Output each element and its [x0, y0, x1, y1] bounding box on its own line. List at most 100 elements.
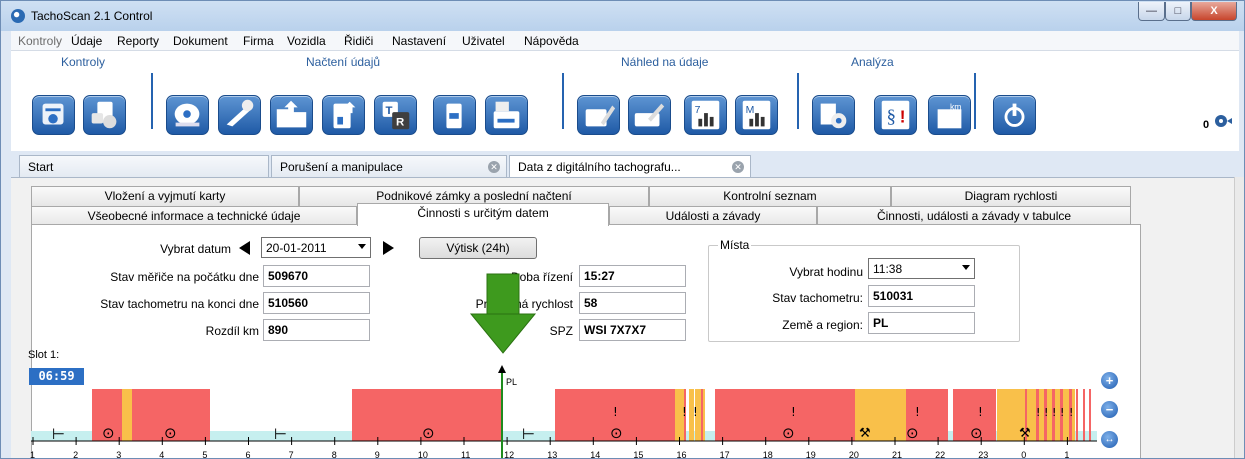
open-folder-icon[interactable]: [270, 95, 313, 135]
report-disc-icon[interactable]: [812, 95, 855, 135]
menu-vozidla[interactable]: Vozidla: [287, 34, 326, 48]
menu-reporty[interactable]: Reporty: [117, 34, 159, 48]
close-button[interactable]: X: [1191, 2, 1237, 21]
svg-text:!: !: [900, 108, 906, 127]
sync-arrow-icon[interactable]: [1214, 113, 1232, 129]
tab-events-table[interactable]: Činnosti, události a závady v tabulce: [817, 206, 1131, 226]
minimize-button[interactable]: —: [1138, 2, 1165, 21]
date-value: 20-01-2011: [266, 241, 327, 255]
tab-events-faults[interactable]: Události a závady: [609, 206, 817, 226]
menu-kontroly[interactable]: Kontroly: [18, 34, 62, 48]
zoom-fit-button[interactable]: ↔: [1101, 431, 1118, 448]
doc-tab-label: Porušení a manipulace: [280, 160, 403, 174]
zoom-in-button[interactable]: +: [1101, 372, 1118, 389]
zoom-out-button[interactable]: −: [1101, 401, 1118, 418]
usb-download-icon[interactable]: [433, 95, 476, 135]
infringement-paragraph-icon[interactable]: §!: [874, 95, 917, 135]
power-icon[interactable]: [993, 95, 1036, 135]
svg-text:T: T: [386, 105, 393, 117]
country-field[interactable]: PL: [868, 312, 975, 334]
avg-speed-field[interactable]: 58: [579, 292, 686, 314]
odo-end-label: Stav tachometru na konci dne: [100, 297, 259, 311]
menu-napoveda[interactable]: Nápověda: [524, 34, 579, 48]
cursor-time-badge: 06:59: [29, 368, 84, 385]
svg-text:km: km: [950, 101, 961, 111]
monthly-chart-icon[interactable]: M: [735, 95, 778, 135]
menu-dokument[interactable]: Dokument: [173, 34, 228, 48]
plate-field[interactable]: WSI 7X7X7: [579, 319, 686, 341]
window-title: TachoScan 2.1 Control: [31, 9, 153, 23]
scanner-settings-icon[interactable]: [218, 95, 261, 135]
svg-text:§: §: [886, 107, 896, 128]
diff-field[interactable]: 890: [263, 319, 370, 341]
driver-card-icon[interactable]: [32, 95, 75, 135]
svg-text:M: M: [746, 105, 755, 116]
card-edit-icon[interactable]: [577, 95, 620, 135]
document-tabs: Start Porušení a manipulace ✕ Data z digi…: [11, 151, 1239, 178]
group-label-nahled: Náhled na údaje: [621, 55, 709, 69]
doc-tab-violations[interactable]: Porušení a manipulace ✕: [271, 155, 507, 177]
odo-start-field[interactable]: 509670: [263, 265, 370, 287]
locked-driver-icon[interactable]: [83, 95, 126, 135]
prev-day-icon[interactable]: [239, 241, 250, 255]
doc-tab-label: Start: [28, 160, 54, 174]
next-day-icon[interactable]: [383, 241, 394, 255]
group-separator: [797, 73, 799, 129]
chevron-down-icon: [358, 244, 366, 249]
slot-label: Slot 1:: [28, 349, 60, 361]
chevron-down-icon: [962, 265, 970, 270]
app-window: TachoScan 2.1 Control — □ X Kontroly Úda…: [0, 0, 1245, 459]
group-separator: [151, 73, 153, 129]
doc-tab-label: Data z digitálního tachografu...: [518, 160, 681, 174]
card-reader-icon[interactable]: [485, 95, 528, 135]
svg-text:7: 7: [695, 105, 701, 116]
drive-time-label: Doba řízení: [510, 270, 573, 284]
tab-checklist[interactable]: Kontrolní seznam: [649, 186, 891, 206]
hour-label: Vybrat hodinu: [789, 265, 863, 279]
menu-bar: Kontroly Údaje Reporty Dokument Firma Vo…: [11, 31, 1239, 51]
card-edit-2-icon[interactable]: [628, 95, 671, 135]
menu-firma[interactable]: Firma: [243, 34, 274, 48]
download-card-icon[interactable]: [322, 95, 365, 135]
tab-speed-diagram[interactable]: Diagram rychlosti: [891, 186, 1131, 206]
group-label-nacteni: Načtení údajů: [306, 55, 381, 69]
vertical-scrollbar[interactable]: [1234, 177, 1244, 458]
places-odo-field[interactable]: 510031: [868, 285, 975, 307]
svg-text:R: R: [396, 116, 404, 128]
ribbon-toolbar: Kontroly Načtení údajů Náhled na údaje A…: [11, 51, 1239, 151]
close-tab-icon[interactable]: ✕: [488, 161, 500, 173]
hour-value: 11:38: [873, 262, 903, 276]
main-panel: Vložení a vyjmutí karty Podnikové zámky …: [11, 177, 1239, 458]
tab-activities-date[interactable]: Činnosti s určitým datem: [357, 203, 609, 226]
avg-speed-label: Průměrná rychlost: [475, 297, 573, 311]
drive-time-field[interactable]: 15:27: [579, 265, 686, 287]
doc-tab-digital-data[interactable]: Data z digitálního tachografu... ✕: [509, 155, 751, 178]
group-label-analyza: Analýza: [851, 55, 894, 69]
date-select[interactable]: 20-01-2011: [261, 237, 371, 258]
close-tab-icon[interactable]: ✕: [732, 161, 744, 173]
odo-end-field[interactable]: 510560: [263, 292, 370, 314]
tachograph-r-icon[interactable]: TR: [374, 95, 417, 135]
group-separator: [562, 73, 564, 129]
title-bar: TachoScan 2.1 Control — □ X: [1, 1, 1244, 31]
weekly-chart-icon[interactable]: 7: [684, 95, 727, 135]
menu-uzivatel[interactable]: Uživatel: [462, 34, 505, 48]
date-label: Vybrat datum: [160, 242, 231, 256]
km-book-icon[interactable]: km: [928, 95, 971, 135]
menu-ridici[interactable]: Řidiči: [344, 34, 373, 48]
maximize-button[interactable]: □: [1165, 2, 1191, 21]
menu-nastaveni[interactable]: Nastavení: [392, 34, 446, 48]
group-label-kontroly: Kontroly: [61, 55, 106, 69]
menu-udaje[interactable]: Údaje: [71, 34, 102, 48]
tab-general-info[interactable]: Všeobecné informace a technické údaje: [31, 206, 357, 226]
tab-card-insert[interactable]: Vložení a vyjmutí karty: [31, 186, 299, 206]
counter-value: 0: [1203, 119, 1210, 131]
places-title: Místa: [718, 238, 752, 252]
odo-start-label: Stav měřiče na počátku dne: [110, 270, 259, 284]
doc-tab-start[interactable]: Start: [19, 155, 269, 177]
hour-select[interactable]: 11:38: [868, 258, 975, 279]
print-24h-button[interactable]: Výtisk (24h): [419, 237, 537, 259]
country-label: Země a region:: [782, 318, 863, 332]
diff-label: Rozdíl km: [205, 324, 259, 338]
disc-scan-icon[interactable]: [166, 95, 209, 135]
